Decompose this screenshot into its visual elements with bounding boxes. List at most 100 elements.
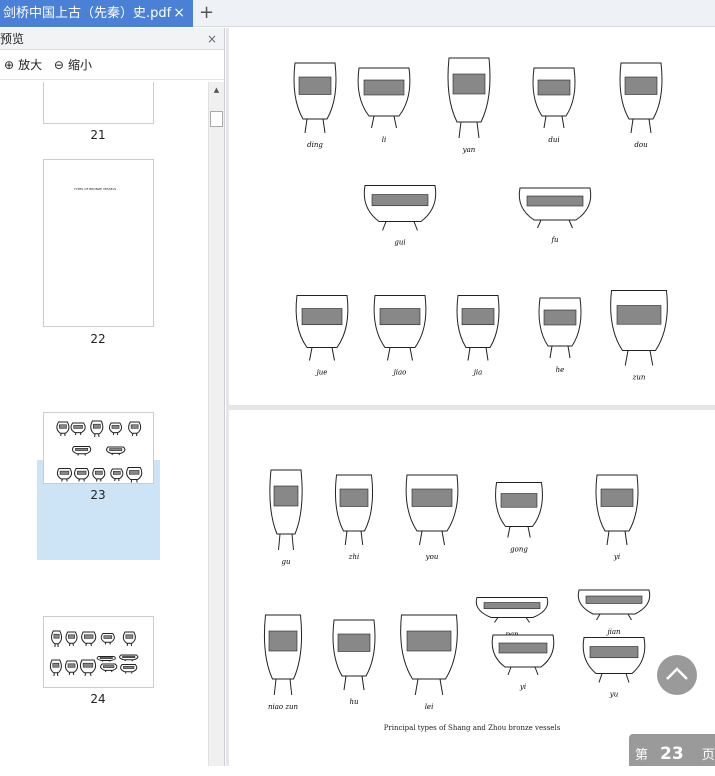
vessel-illustration xyxy=(101,634,114,645)
close-sidebar-icon[interactable]: × xyxy=(207,28,217,50)
thumbnail-page-22[interactable]: TYPES OF BRONZE VESSELS xyxy=(43,159,154,327)
zoom-in-icon: ⊕ xyxy=(4,58,14,72)
document-view[interactable]: ding li yan dui dou gui fu jue jiao jia … xyxy=(226,28,715,766)
vessel-illustration xyxy=(121,665,137,674)
vessel-label: li xyxy=(382,136,386,144)
tab-title: 剑桥中国上古（先秦）史.pdf xyxy=(3,6,171,21)
page-indicator: 第23页 xyxy=(629,734,715,766)
vessel-label: zun xyxy=(632,374,646,382)
vessel-label: gong xyxy=(510,546,528,554)
vessel-illustration xyxy=(406,475,458,545)
vessel-label: ding xyxy=(307,141,323,149)
vessel-illustration xyxy=(111,469,123,481)
thumbnail-label: 22 xyxy=(0,332,196,346)
vessel-label: yan xyxy=(462,146,476,154)
vessel-label: dui xyxy=(548,136,559,144)
vessel-label: he xyxy=(556,366,565,374)
vessel-illustration xyxy=(364,186,435,231)
vessel-label: hu xyxy=(349,698,359,706)
vessel-label: jia xyxy=(472,369,483,377)
zoom-in-label: 放大 xyxy=(18,58,42,72)
vessel-illustration xyxy=(129,422,141,436)
vessel-illustration xyxy=(52,631,62,647)
pdf-page-23: ding li yan dui dou gui fu jue jiao jia … xyxy=(229,28,715,405)
sidebar-toolbar: ⊕ 放大 ⊖ 缩小 xyxy=(0,50,224,80)
vessel-illustration xyxy=(270,470,302,550)
vessel-illustration xyxy=(72,447,90,456)
vessel-label: niao zun xyxy=(268,703,299,711)
vessel-label: yi xyxy=(613,553,620,561)
pdf-page-24: gu zhi you gong yi pan jian niao zun hu … xyxy=(229,410,715,766)
vessel-label: jian xyxy=(605,628,621,636)
vessel-illustration xyxy=(519,188,590,228)
close-tab-icon[interactable]: × xyxy=(173,0,185,27)
vessel-illustration xyxy=(75,469,89,482)
document-tab[interactable]: 剑桥中国上古（先秦）史.pdf× xyxy=(0,0,193,27)
vessel-label: gu xyxy=(282,558,291,566)
vessel-illustration xyxy=(109,423,121,435)
vessel-illustration xyxy=(65,661,77,675)
vessel-illustration xyxy=(57,469,71,482)
page-prefix: 第 xyxy=(635,748,648,763)
vessel-illustration xyxy=(476,598,547,623)
vessel-label: yi xyxy=(519,683,526,691)
vessel-illustration xyxy=(71,423,85,435)
page-suffix: 页 xyxy=(702,748,715,763)
vessel-illustration xyxy=(57,422,69,436)
vessel-illustration xyxy=(596,475,638,545)
new-tab-button[interactable]: + xyxy=(199,2,214,23)
chevron-up-icon xyxy=(657,655,697,695)
vessel-illustration xyxy=(264,615,301,695)
vessel-illustration xyxy=(66,632,77,646)
vessel-illustration xyxy=(82,632,96,646)
vessel-illustration xyxy=(533,68,575,128)
vessel-label: zhi xyxy=(348,553,359,561)
vessel-illustration xyxy=(80,660,95,676)
vessel-illustration xyxy=(401,615,458,695)
sidebar-header: 预览 × xyxy=(0,28,224,50)
thumbnail-label: 23 xyxy=(0,488,196,502)
vessel-illustration xyxy=(120,655,138,661)
vessel-label: jue xyxy=(315,369,328,377)
vessel-illustration xyxy=(457,296,499,361)
thumbnail-text: TYPES OF BRONZE VESSELS xyxy=(74,187,116,191)
scrollbar-thumb[interactable] xyxy=(210,111,223,127)
thumbnail-page-21[interactable] xyxy=(43,82,154,124)
scroll-up-icon[interactable]: ▲ xyxy=(209,86,224,94)
vessel-illustration xyxy=(335,475,372,545)
vessel-illustration xyxy=(358,68,410,128)
vessel-illustration xyxy=(294,63,336,133)
vessel-illustration xyxy=(492,635,554,675)
thumbnail-scrollbar[interactable]: ▲ xyxy=(208,82,224,766)
vessel-illustration xyxy=(333,620,375,690)
vessel-illustration xyxy=(127,468,142,483)
preview-sidebar: 预览 × ⊕ 放大 ⊖ 缩小 21 TYPES OF BRONZE VESSELS 2… xyxy=(0,28,225,766)
thumbnail-page-23[interactable] xyxy=(43,412,154,484)
vessel-illustration xyxy=(583,638,645,683)
vessel-label: dou xyxy=(634,141,648,149)
vessel-illustration xyxy=(123,632,135,646)
tab-bar: 剑桥中国上古（先秦）史.pdf× + xyxy=(0,0,715,27)
thumbnail-page-24[interactable] xyxy=(43,616,154,688)
scroll-to-top-button[interactable] xyxy=(657,655,697,695)
sidebar-title: 预览 xyxy=(0,32,24,46)
zoom-in-button[interactable]: ⊕ 放大 xyxy=(4,58,46,72)
vessel-illustration xyxy=(107,447,125,455)
vessel-illustration xyxy=(91,421,103,437)
vessel-label: yu xyxy=(609,691,619,699)
vessel-illustration xyxy=(101,664,117,672)
vessel-label: gui xyxy=(394,239,405,247)
thumbnail-list: 21 TYPES OF BRONZE VESSELS 22 23 xyxy=(0,82,208,766)
vessel-illustration xyxy=(620,63,662,133)
vessel-illustration xyxy=(578,590,649,620)
vessel-label: you xyxy=(425,553,439,561)
zoom-out-icon: ⊖ xyxy=(54,58,64,72)
vessel-illustration xyxy=(50,660,61,676)
vessel-label: fu xyxy=(550,236,559,244)
vessel-label: lei xyxy=(425,703,434,711)
vessel-illustration xyxy=(496,483,543,538)
zoom-out-label: 缩小 xyxy=(68,58,92,72)
zoom-out-button[interactable]: ⊖ 缩小 xyxy=(54,58,96,72)
vessel-illustration xyxy=(97,657,115,662)
figure-caption: Principal types of Shang and Zhou bronze… xyxy=(229,724,715,732)
